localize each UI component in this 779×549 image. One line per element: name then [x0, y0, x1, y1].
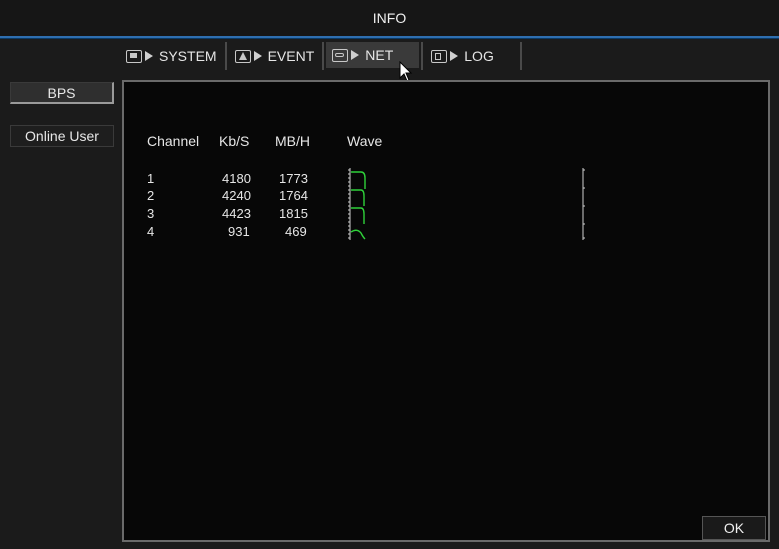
tab-bar: SYSTEM EVENT NET LOG — [120, 42, 524, 70]
ok-button[interactable]: OK — [702, 516, 766, 540]
arrow-right-icon — [145, 51, 153, 61]
kbs-cell: 4240 — [222, 188, 251, 203]
arrow-right-icon — [351, 50, 360, 60]
net-icon — [332, 48, 349, 62]
kbs-cell: 4423 — [222, 206, 251, 221]
tab-divider — [421, 42, 424, 70]
channel-cell: 4 — [147, 224, 155, 239]
channel-cell: 1 — [147, 171, 155, 186]
column-header-channel: Channel — [147, 133, 200, 149]
tab-net-label: NET — [365, 47, 394, 63]
wave-line-ch2 — [351, 189, 365, 206]
tab-system[interactable]: SYSTEM — [120, 42, 223, 70]
arrow-right-icon — [253, 51, 262, 61]
title-bar: INFO — [0, 0, 779, 38]
column-header-mbh: MB/H — [275, 133, 310, 149]
sidebar-item-online-user[interactable]: Online User — [10, 125, 114, 147]
tab-divider — [519, 42, 522, 70]
mbh-cell: 1815 — [279, 206, 308, 221]
mbh-cell: 1773 — [279, 171, 308, 186]
kbs-cell: 4180 — [222, 171, 251, 186]
tab-divider — [322, 42, 325, 70]
kbs-cell: 931 — [228, 224, 250, 239]
tab-divider — [224, 42, 227, 70]
event-icon — [234, 49, 251, 63]
system-icon — [126, 49, 142, 63]
arrow-right-icon — [450, 51, 459, 61]
tab-log-label: LOG — [464, 48, 494, 64]
wave-line-ch4 — [350, 229, 366, 240]
tab-log[interactable]: LOG — [425, 42, 518, 70]
column-header-kbs: Kb/S — [219, 133, 250, 149]
sidebar-item-bps[interactable]: BPS — [10, 82, 114, 104]
log-icon — [431, 49, 448, 63]
wave-line-ch1 — [351, 171, 366, 189]
tab-event[interactable]: EVENT — [229, 42, 321, 70]
column-header-wave: Wave — [347, 133, 383, 149]
channel-cell: 3 — [147, 206, 155, 221]
wave-line-ch3 — [351, 207, 365, 224]
tab-system-label: SYSTEM — [159, 48, 217, 64]
bps-panel — [122, 80, 770, 542]
tab-event-label: EVENT — [267, 48, 315, 64]
mbh-cell: 1764 — [279, 188, 308, 203]
mbh-cell: 469 — [285, 224, 307, 239]
channel-cell: 2 — [147, 188, 155, 203]
window-title: INFO — [372, 10, 407, 26]
bitrate-wave-graph — [348, 168, 585, 240]
